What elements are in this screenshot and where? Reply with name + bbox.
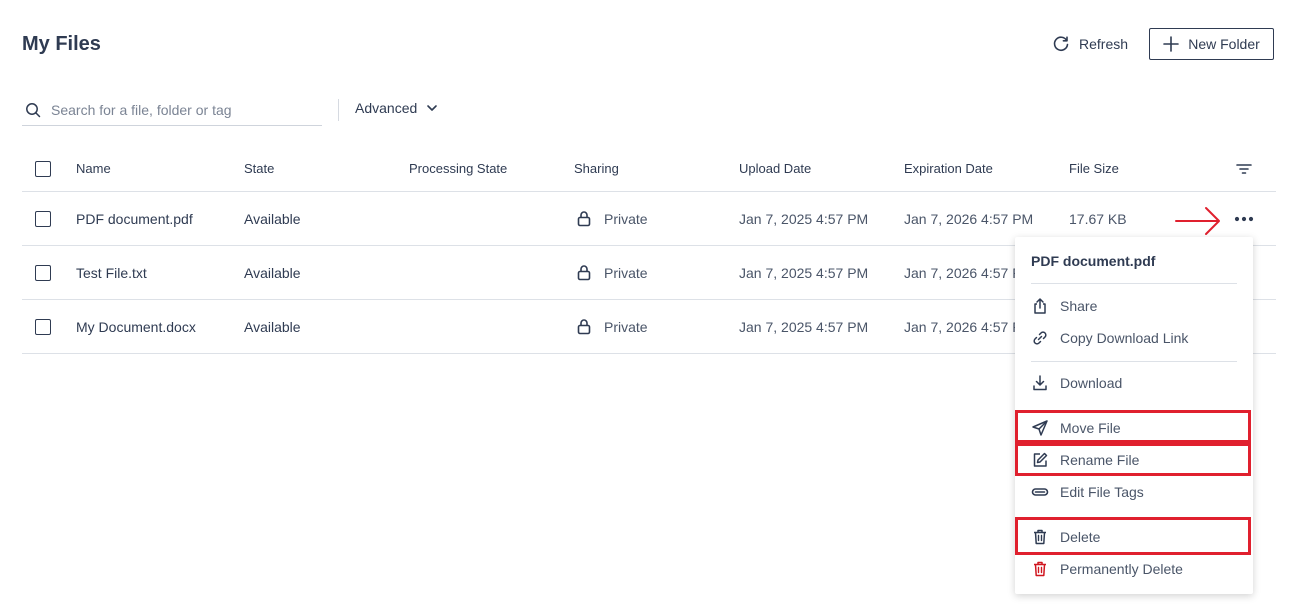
file-upload-date: Jan 7, 2025 4:57 PM <box>739 264 869 281</box>
highlight-move-file <box>1015 410 1251 443</box>
new-folder-button[interactable]: New Folder <box>1149 28 1274 60</box>
sharing-label: Private <box>604 264 648 281</box>
permanently-delete-label: Permanently Delete <box>1060 561 1183 577</box>
new-folder-label: New Folder <box>1188 36 1260 52</box>
edit-file-tags-menu-item[interactable]: Edit File Tags <box>1031 480 1237 504</box>
plus-icon <box>1163 36 1180 52</box>
column-header-state[interactable]: State <box>244 146 274 191</box>
menu-divider <box>1031 361 1237 362</box>
page-title: My Files <box>22 33 101 55</box>
share-label: Share <box>1060 298 1098 314</box>
column-header-upload-date[interactable]: Upload Date <box>739 146 811 191</box>
copy-download-link-label: Copy Download Link <box>1060 330 1189 346</box>
refresh-label: Refresh <box>1079 36 1129 52</box>
row-checkbox[interactable] <box>35 264 51 281</box>
column-header-processing-state[interactable]: Processing State <box>409 146 507 191</box>
chevron-down-icon <box>427 105 438 111</box>
search-box[interactable] <box>22 94 322 126</box>
file-sharing: Private <box>576 300 648 353</box>
download-menu-item[interactable]: Download <box>1031 371 1237 395</box>
copy-download-link-menu-item[interactable]: Copy Download Link <box>1031 326 1237 350</box>
trash-icon <box>1034 561 1046 577</box>
file-name[interactable]: My Document.docx <box>76 300 196 353</box>
lock-icon <box>577 265 591 281</box>
arrow-right-icon <box>1175 207 1220 235</box>
row-checkbox[interactable] <box>35 210 51 227</box>
column-header-expiration-date[interactable]: Expiration Date <box>904 146 993 191</box>
context-menu-title: PDF document.pdf <box>1031 253 1156 269</box>
link-icon <box>1033 331 1047 345</box>
table-header: Name State Processing State Sharing Uplo… <box>22 146 1276 192</box>
row-checkbox[interactable] <box>35 318 51 335</box>
search-input[interactable] <box>51 101 311 118</box>
column-header-file-size[interactable]: File Size <box>1069 146 1119 191</box>
share-icon <box>1034 298 1046 314</box>
file-name[interactable]: Test File.txt <box>76 246 147 299</box>
download-label: Download <box>1060 375 1123 391</box>
column-header-sharing[interactable]: Sharing <box>574 146 619 191</box>
search-icon <box>26 102 41 117</box>
lock-icon <box>577 211 591 227</box>
edit-file-tags-label: Edit File Tags <box>1060 484 1144 500</box>
file-expiration-date: Jan 7, 2026 4:57 PM <box>904 318 1034 335</box>
tag-icon <box>1031 488 1049 496</box>
highlight-delete <box>1015 517 1251 555</box>
refresh-icon <box>1053 36 1069 52</box>
share-menu-item[interactable]: Share <box>1031 294 1237 318</box>
file-sharing: Private <box>576 246 648 299</box>
select-all-checkbox[interactable] <box>35 160 51 177</box>
file-sharing: Private <box>576 192 648 245</box>
file-name[interactable]: PDF document.pdf <box>76 192 193 245</box>
file-upload-date: Jan 7, 2025 4:57 PM <box>739 210 869 227</box>
lock-icon <box>577 319 591 335</box>
advanced-label: Advanced <box>355 100 418 116</box>
refresh-button[interactable]: Refresh <box>1052 34 1128 54</box>
filter-icon <box>1236 163 1252 174</box>
column-filter-button[interactable] <box>1235 146 1253 191</box>
column-header-name[interactable]: Name <box>76 146 111 191</box>
permanently-delete-menu-item[interactable]: Permanently Delete <box>1031 557 1237 581</box>
highlight-rename-file <box>1015 443 1251 476</box>
menu-divider <box>1031 283 1237 284</box>
sharing-label: Private <box>604 318 648 335</box>
file-state: Available <box>244 210 301 227</box>
file-expiration-date: Jan 7, 2026 4:57 PM <box>904 264 1034 281</box>
file-expiration-date: Jan 7, 2026 4:57 PM <box>904 210 1034 227</box>
toolbar-divider <box>338 99 339 121</box>
file-state: Available <box>244 318 301 335</box>
more-icon <box>1234 216 1254 221</box>
file-upload-date: Jan 7, 2025 4:57 PM <box>739 318 869 335</box>
sharing-label: Private <box>604 210 648 227</box>
advanced-dropdown[interactable]: Advanced <box>355 100 438 116</box>
file-state: Available <box>244 264 301 281</box>
download-icon <box>1033 375 1047 391</box>
